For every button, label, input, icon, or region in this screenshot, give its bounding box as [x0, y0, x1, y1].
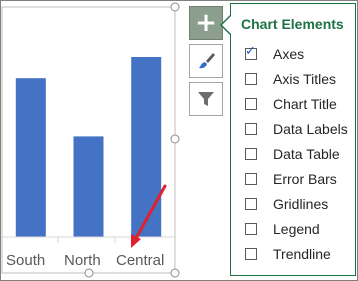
- checkbox[interactable]: [245, 223, 257, 235]
- option-label: Data Labels: [273, 121, 348, 137]
- option-label: Axis Titles: [273, 71, 337, 87]
- checkmark-icon: ✓: [245, 44, 256, 59]
- option-label: Trendline: [273, 246, 331, 262]
- checkbox[interactable]: [245, 73, 257, 85]
- option-gridlines[interactable]: Gridlines: [245, 194, 328, 214]
- option-data-labels[interactable]: Data Labels: [245, 119, 348, 139]
- resize-handle-bottom-right: [170, 268, 180, 278]
- chart-elements-panel: Chart Elements ✓ Axes Axis Titles Chart …: [230, 3, 356, 276]
- checkbox[interactable]: [245, 98, 257, 110]
- checkbox[interactable]: [245, 198, 257, 210]
- resize-handle-bottom-middle: [84, 268, 94, 278]
- category-label: North: [64, 252, 101, 269]
- checkbox[interactable]: [245, 173, 257, 185]
- bar-south[interactable]: [15, 78, 46, 237]
- bar-north[interactable]: [73, 136, 104, 237]
- bar-central[interactable]: [131, 57, 162, 237]
- option-label: Axes: [273, 46, 305, 62]
- option-axes[interactable]: ✓ Axes: [245, 44, 304, 64]
- checkbox[interactable]: [245, 148, 257, 160]
- category-label: South: [6, 252, 46, 269]
- chart-filters-button[interactable]: [189, 82, 223, 116]
- paintbrush-icon: [199, 53, 215, 69]
- checkbox[interactable]: [245, 248, 257, 260]
- option-axis-titles[interactable]: Axis Titles: [245, 69, 336, 89]
- filter-icon: [198, 92, 214, 106]
- option-data-table[interactable]: Data Table: [245, 144, 340, 164]
- option-label: Legend: [273, 221, 320, 237]
- resize-handle-right-middle: [170, 134, 180, 144]
- option-error-bars[interactable]: Error Bars: [245, 169, 337, 189]
- option-chart-title[interactable]: Chart Title: [245, 94, 337, 114]
- panel-title: Chart Elements: [241, 16, 344, 32]
- panel-pointer-fill: [222, 15, 232, 35]
- checkbox[interactable]: ✓: [245, 44, 257, 60]
- bars-group: [15, 57, 162, 237]
- plus-icon: +: [195, 8, 217, 38]
- checkbox[interactable]: [245, 123, 257, 135]
- option-legend[interactable]: Legend: [245, 219, 320, 239]
- option-trendline[interactable]: Trendline: [245, 244, 331, 264]
- option-label: Data Table: [273, 146, 340, 162]
- option-label: Gridlines: [273, 196, 329, 212]
- chart-elements-button[interactable]: +: [189, 6, 223, 40]
- category-label: Central: [116, 252, 165, 269]
- chart-styles-button[interactable]: [189, 44, 223, 78]
- resize-handle-top-right: [170, 2, 180, 12]
- option-label: Chart Title: [273, 96, 337, 112]
- option-label: Error Bars: [273, 171, 337, 187]
